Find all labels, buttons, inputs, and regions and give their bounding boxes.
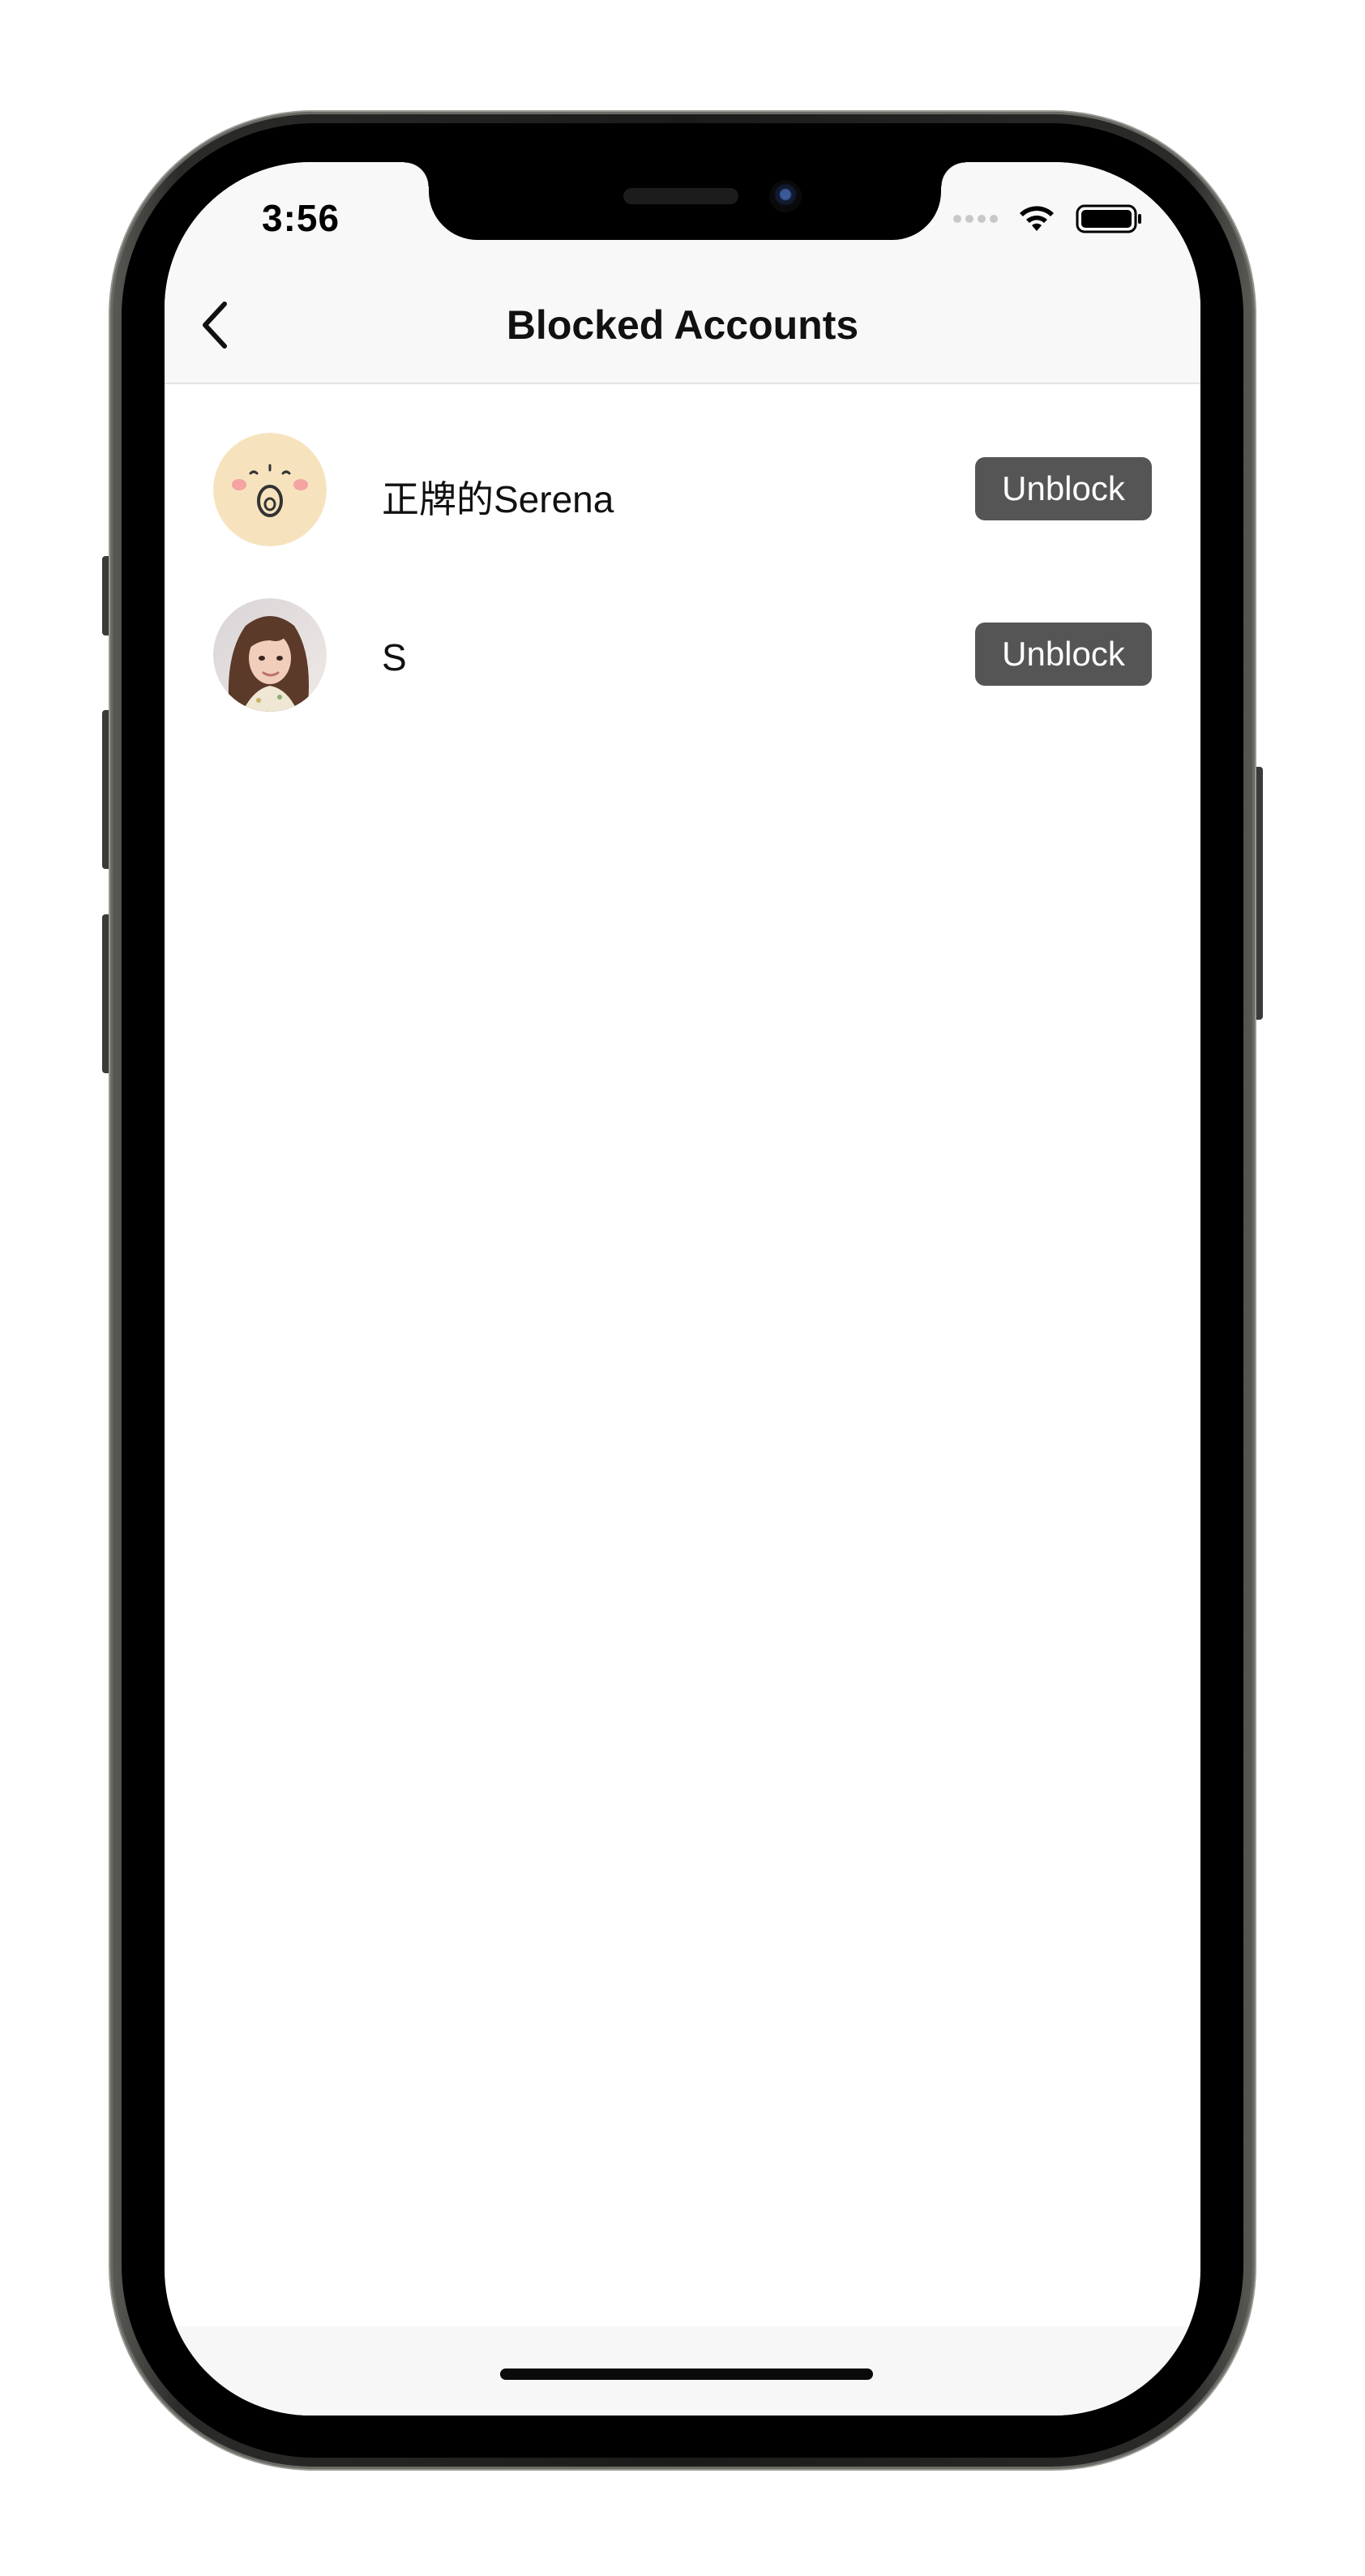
list-item: 正牌的Serena Unblock xyxy=(165,384,1200,550)
unblock-button[interactable]: Unblock xyxy=(975,457,1152,520)
list-item: S Unblock xyxy=(165,550,1200,715)
signal-icon xyxy=(953,215,998,223)
phone-screen: 3:56 Blocked Accounts 正牌的Serena Unblock … xyxy=(165,162,1200,2416)
cartoon-face-avatar xyxy=(213,433,327,546)
speaker-grille xyxy=(623,188,738,204)
page-title: Blocked Accounts xyxy=(506,302,859,348)
avatar[interactable] xyxy=(213,598,327,712)
photo-avatar xyxy=(213,598,327,712)
status-time: 3:56 xyxy=(262,197,340,239)
unblock-button[interactable]: Unblock xyxy=(975,623,1152,686)
battery-icon xyxy=(1076,204,1141,233)
status-icons xyxy=(953,203,1144,235)
account-name: S xyxy=(382,636,407,678)
wifi-icon xyxy=(1020,206,1054,231)
home-indicator[interactable] xyxy=(500,2368,873,2380)
front-camera xyxy=(769,180,802,212)
avatar[interactable] xyxy=(213,433,327,546)
device-mockup: 3:56 Blocked Accounts 正牌的Serena Unblock … xyxy=(0,0,1365,2576)
account-name: 正牌的Serena xyxy=(382,478,614,520)
device-notch xyxy=(404,162,965,240)
blocked-accounts-list: 正牌的Serena Unblock S Unblock xyxy=(165,384,1200,715)
